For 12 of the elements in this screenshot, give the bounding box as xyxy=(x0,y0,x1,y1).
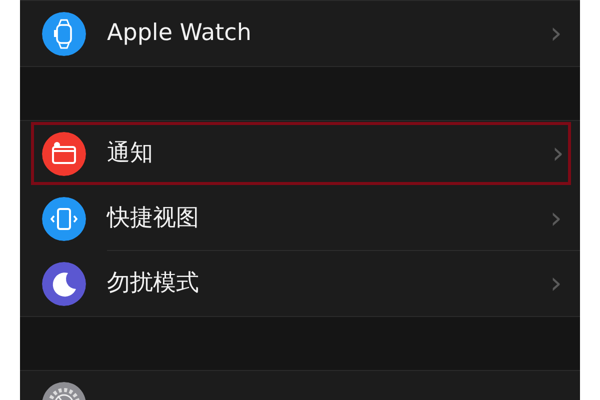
chevron-icon: › xyxy=(550,204,562,234)
chevron-icon: › xyxy=(550,268,562,298)
chevron-icon: › xyxy=(552,138,564,168)
row-label: 勿扰模式 xyxy=(107,269,199,298)
highlight-frame[interactable]: 通知 › xyxy=(30,121,572,186)
row-label: Apple Watch xyxy=(107,19,252,48)
settings-row[interactable]: 勿扰模式 › xyxy=(20,251,580,316)
settings-row[interactable]: 快捷视图 › xyxy=(20,186,580,251)
settings-row[interactable]: Apple Watch › xyxy=(20,1,580,66)
chevron-icon: › xyxy=(550,18,562,48)
row-label: 通知 xyxy=(107,139,153,168)
row-label: 快捷视图 xyxy=(107,204,199,234)
